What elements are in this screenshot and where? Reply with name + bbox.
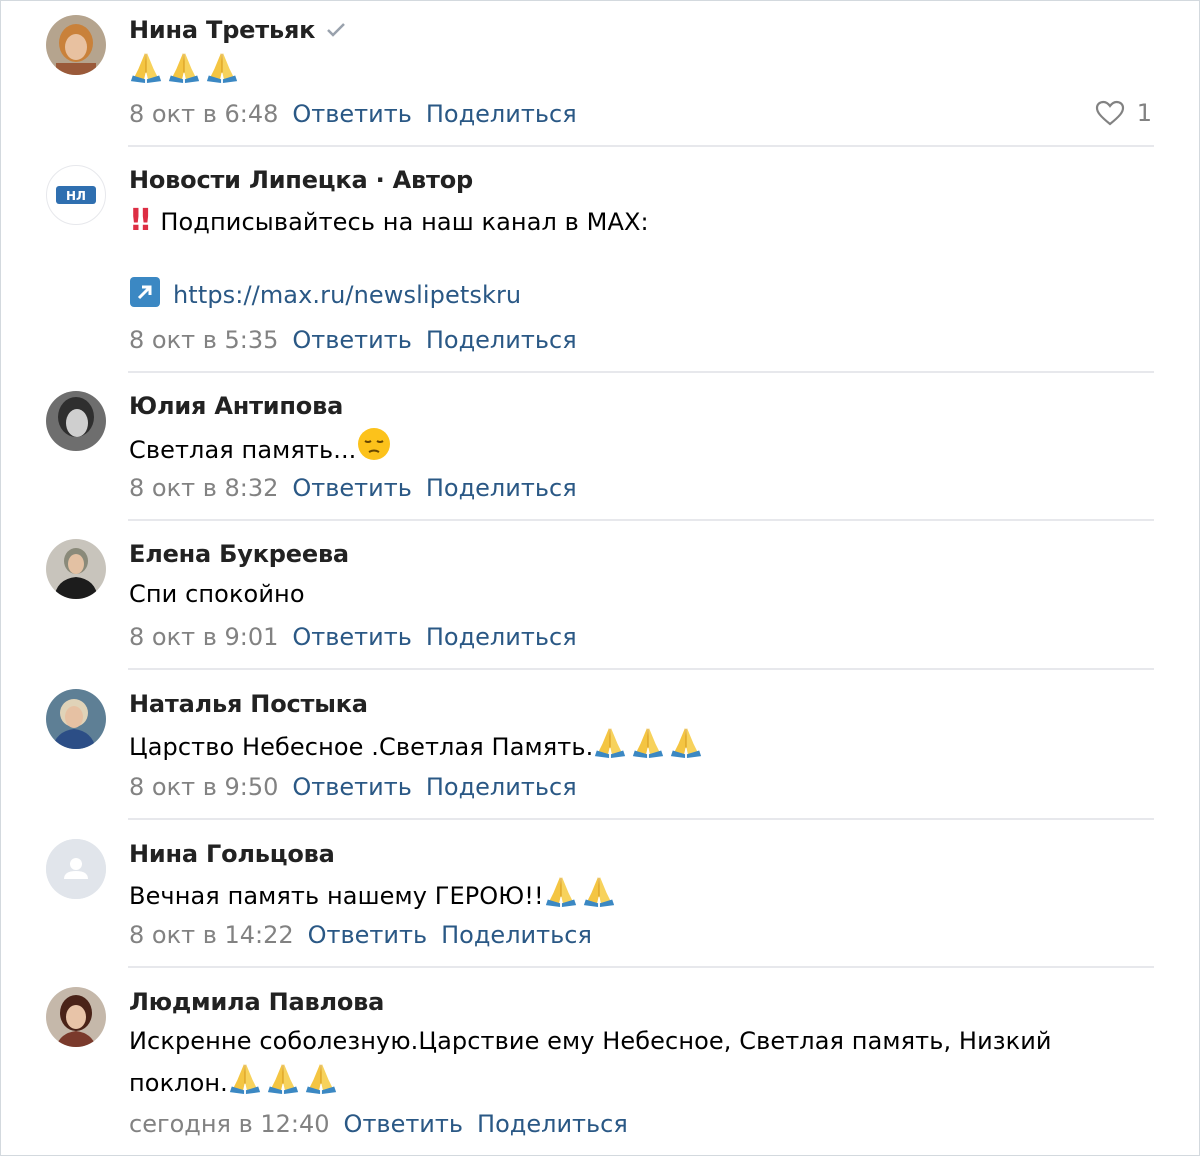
folded-hands-icon <box>304 1061 338 1095</box>
comment-meta: 8 окт в 9:01 Ответить Поделиться <box>129 622 577 652</box>
reply-button[interactable]: Ответить <box>292 474 411 502</box>
comment-text-content: Царство Небесное .Светлая Память. <box>129 733 594 761</box>
comment-date[interactable]: 8 окт в 6:48 <box>129 100 278 128</box>
avatar[interactable] <box>46 689 106 749</box>
avatar[interactable]: НЛ <box>46 165 106 225</box>
share-button[interactable]: Поделиться <box>426 773 577 801</box>
comment-link[interactable]: https://max.ru/newslipetskru <box>173 281 521 309</box>
reply-button[interactable]: Ответить <box>308 921 427 949</box>
comment-text-content: Подписывайтесь на наш канал в MAX: <box>160 208 649 236</box>
comment-text: Вечная память нашему ГЕРОЮ!! <box>129 874 1129 916</box>
folded-hands-icon <box>593 725 627 759</box>
comment-date[interactable]: 8 окт в 9:01 <box>129 623 278 651</box>
share-button[interactable]: Поделиться <box>477 1110 628 1138</box>
folded-hands-icon <box>669 725 703 759</box>
comment-meta: 8 окт в 8:32 Ответить Поделиться <box>129 473 577 503</box>
user-placeholder-icon <box>46 839 106 899</box>
avatar[interactable] <box>46 539 106 599</box>
author-name[interactable]: Нина Третьяк <box>129 16 315 44</box>
folded-hands-icon <box>205 50 239 84</box>
comment-author[interactable]: Новости Липецка · Автор <box>129 166 473 194</box>
folded-hands-icon <box>631 725 665 759</box>
reply-button[interactable]: Ответить <box>292 773 411 801</box>
share-button[interactable]: Поделиться <box>426 623 577 651</box>
comment-text-line: Искренне соболезную.Царствие ему Небесно… <box>129 1027 1052 1055</box>
comment-date[interactable]: 8 окт в 9:50 <box>129 773 278 801</box>
reply-button[interactable]: Ответить <box>292 326 411 354</box>
heart-icon <box>1095 100 1124 126</box>
comment-text: Царство Небесное .Светлая Память. <box>129 725 1129 767</box>
share-button[interactable]: Поделиться <box>426 474 577 502</box>
avatar[interactable] <box>46 15 106 75</box>
share-button[interactable]: Поделиться <box>441 921 592 949</box>
checkmark-icon <box>325 17 347 45</box>
double-exclamation-icon: !! <box>129 203 152 238</box>
divider <box>128 145 1154 147</box>
divider <box>128 519 1154 521</box>
folded-hands-icon <box>228 1061 262 1095</box>
comment-meta: 8 окт в 5:35 Ответить Поделиться <box>129 325 577 355</box>
comment-author[interactable]: Юлия Антипова <box>129 392 343 420</box>
avatar[interactable] <box>46 391 106 451</box>
like-count: 1 <box>1136 99 1152 127</box>
folded-hands-icon <box>167 50 201 84</box>
reply-button[interactable]: Ответить <box>292 623 411 651</box>
folded-hands-icon <box>266 1061 300 1095</box>
comment-text: !! Подписывайтесь на наш канал в MAX: <box>129 201 1129 242</box>
comment-text-content: Вечная память нашему ГЕРОЮ!! <box>129 882 544 910</box>
share-button[interactable]: Поделиться <box>426 326 577 354</box>
comment-date[interactable]: 8 окт в 14:22 <box>129 921 294 949</box>
avatar[interactable] <box>46 987 106 1047</box>
divider <box>128 668 1154 670</box>
comment-meta: 8 окт в 9:50 Ответить Поделиться <box>129 772 577 802</box>
comment-text-content: поклон. <box>129 1069 228 1097</box>
comment-date[interactable]: 8 окт в 5:35 <box>129 326 278 354</box>
comment-date[interactable]: сегодня в 12:40 <box>129 1110 330 1138</box>
divider <box>128 818 1154 820</box>
comment-author[interactable]: Наталья Постыка <box>129 690 368 718</box>
comment-text: Светлая память... <box>129 426 1129 470</box>
comment-meta: 8 окт в 14:22 Ответить Поделиться <box>129 920 592 950</box>
comment-author[interactable]: Нина Гольцова <box>129 840 335 868</box>
like-button[interactable]: 1 <box>1095 99 1152 127</box>
comment-text <box>129 50 1129 92</box>
share-button[interactable]: Поделиться <box>426 100 577 128</box>
pensive-face-icon <box>358 428 391 460</box>
folded-hands-icon <box>129 50 163 84</box>
comment-link-line: https://max.ru/newslipetskru <box>129 276 1129 320</box>
reply-button[interactable]: Ответить <box>292 100 411 128</box>
folded-hands-icon <box>544 874 578 908</box>
comment-text-content: Светлая память... <box>129 436 357 464</box>
arrow-up-right-icon <box>129 276 161 320</box>
comment-date[interactable]: 8 окт в 8:32 <box>129 474 278 502</box>
comment-author[interactable]: Людмила Павлова <box>129 988 384 1016</box>
comment-author[interactable]: Нина Третьяк <box>129 16 347 45</box>
comment-text: Искренне соболезную.Царствие ему Небесно… <box>129 1022 1129 1103</box>
comment-text: Спи спокойно <box>129 580 305 608</box>
folded-hands-icon <box>582 874 616 908</box>
avatar[interactable] <box>46 839 106 899</box>
comment-text-line: поклон. <box>129 1061 1129 1103</box>
comment-meta: сегодня в 12:40 Ответить Поделиться <box>129 1109 628 1139</box>
reply-button[interactable]: Ответить <box>344 1110 463 1138</box>
comment-author[interactable]: Елена Букреева <box>129 540 349 568</box>
divider <box>128 371 1154 373</box>
comment-meta: 8 окт в 6:48 Ответить Поделиться <box>129 99 577 129</box>
svg-text:НЛ: НЛ <box>66 189 86 203</box>
divider <box>128 966 1154 968</box>
